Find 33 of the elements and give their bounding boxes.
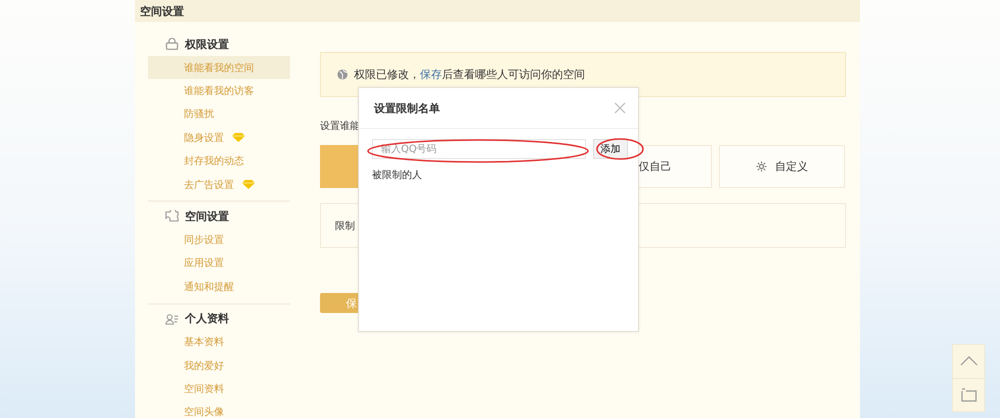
globe-icon (337, 69, 348, 80)
sidebar-item[interactable]: 我的爱好 (148, 354, 290, 378)
save-button[interactable]: 保 (320, 293, 360, 313)
sidebar-item[interactable]: 防骚扰 (148, 102, 290, 126)
group-heading: 个人资料 (185, 311, 229, 326)
sidebar-item[interactable]: 应用设置 (148, 252, 290, 276)
up-chevron-icon (960, 356, 978, 366)
dialog-title: 设置限制名单 (374, 100, 440, 116)
sidebar-item[interactable]: 去广告设置 (148, 172, 290, 196)
notice-text: 权限已修改，保存后查看哪些人可访问你的空间 (354, 67, 585, 82)
sidebar-item[interactable]: 基本资料 (148, 330, 290, 354)
annotation-ellipse (596, 138, 644, 160)
puzzle-icon (165, 210, 179, 222)
sidebar-item[interactable]: 谁能看我的访客 (148, 79, 290, 103)
gear-icon (756, 161, 767, 172)
sidebar-item[interactable]: 空间资料 (148, 377, 290, 401)
lock-icon (165, 38, 179, 50)
list-label: 被限制的人 (372, 168, 423, 182)
sidebar-item[interactable]: 隐身设置 (148, 126, 290, 150)
save-link[interactable]: 保存 (420, 68, 442, 81)
profile-icon (165, 312, 179, 325)
frame-icon (960, 388, 976, 402)
group-heading: 空间设置 (185, 208, 229, 224)
sidebar-item[interactable]: 同步设置 (148, 228, 290, 252)
sidebar-item[interactable]: 空间头像 (148, 400, 290, 418)
sidebar-item[interactable]: 封存我的动态 (148, 150, 290, 173)
sidebar-item[interactable]: 通知和提醒 (148, 275, 290, 299)
close-icon[interactable] (614, 102, 626, 114)
page-title: 空间设置 (140, 4, 184, 18)
option-tile[interactable]: 自定义 (719, 145, 845, 188)
group-heading: 权限设置 (185, 36, 229, 52)
restricted-label: 限制 (335, 220, 355, 232)
sidebar-item[interactable]: 谁能看我的空间 (148, 56, 290, 80)
